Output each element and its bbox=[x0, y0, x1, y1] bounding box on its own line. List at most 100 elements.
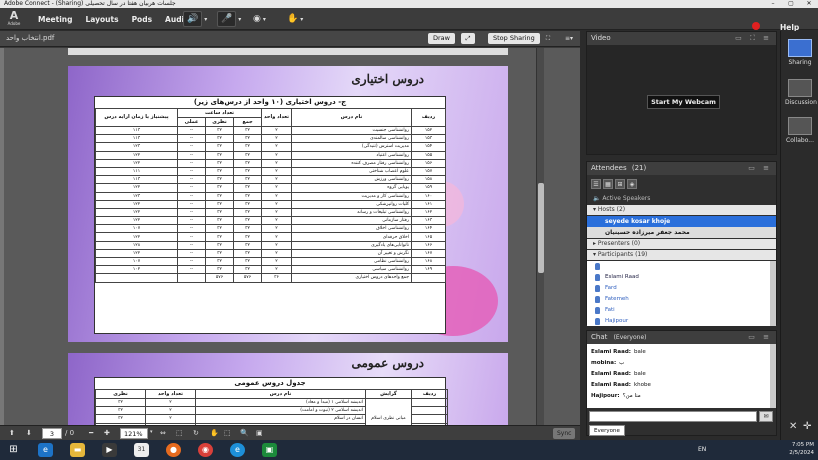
speaker-icon[interactable]: 🔊 bbox=[183, 11, 203, 27]
speaker-control[interactable]: 🔊 ▾ bbox=[183, 11, 207, 27]
grid-view-icon[interactable]: ▦ bbox=[603, 179, 613, 189]
table-cell: ۵۷۶ bbox=[205, 273, 234, 283]
internet-explorer-icon[interactable]: e bbox=[38, 443, 53, 457]
table-cell: ۵۷۶ bbox=[233, 273, 262, 283]
participant-item[interactable]: Fatemeh bbox=[587, 294, 770, 305]
raise-hand-icon[interactable]: ✋ bbox=[287, 14, 298, 24]
fit-width-icon[interactable]: ⇔ bbox=[160, 429, 166, 437]
participants-section[interactable]: ▾ Participants (19) bbox=[587, 250, 776, 260]
chat-scope: (Everyone) bbox=[613, 334, 647, 341]
hosts-section[interactable]: ▾ Hosts (2) bbox=[587, 205, 776, 215]
hand-tool-icon[interactable]: ✋ bbox=[210, 429, 219, 437]
col-header-practical: عملی bbox=[177, 117, 206, 127]
host-item[interactable]: محمد جعفر میرزاده حسینیان bbox=[587, 227, 776, 238]
close-button[interactable]: ✕ bbox=[800, 0, 818, 8]
participant-item[interactable]: Eslami Raad bbox=[587, 272, 770, 283]
participants-scrollbar[interactable] bbox=[770, 261, 776, 326]
page-up-icon[interactable]: ⬆ bbox=[9, 429, 15, 437]
speaker-icon: 🔈 bbox=[593, 195, 601, 202]
webcam-icon[interactable]: ◉ bbox=[253, 14, 261, 24]
table-cell: ۳۲ bbox=[233, 248, 262, 259]
layout-settings-icon[interactable]: ✛ bbox=[803, 421, 811, 432]
participant-item[interactable]: Hajipour bbox=[587, 316, 770, 326]
table-cell: ۱۶۸ bbox=[411, 256, 446, 267]
fit-page-icon[interactable]: ⬚ bbox=[176, 429, 183, 437]
zoom-select[interactable]: 121% bbox=[120, 428, 148, 439]
table-cell: ۳۲ bbox=[233, 158, 262, 168]
layout-discussion[interactable]: Discussion bbox=[785, 79, 817, 106]
chat-title: Chat bbox=[591, 333, 608, 341]
edge-icon[interactable]: e bbox=[230, 443, 245, 457]
file-explorer-icon[interactable]: ▬ bbox=[70, 443, 85, 457]
sync-button[interactable]: Sync bbox=[553, 428, 576, 439]
draw-button[interactable]: Draw bbox=[428, 33, 455, 44]
chat-tab-everyone[interactable]: Everyone bbox=[589, 425, 625, 436]
stop-sharing-button[interactable]: Stop Sharing bbox=[488, 33, 540, 44]
status-icon[interactable]: ◈ bbox=[627, 179, 637, 189]
participant-item[interactable]: Fati bbox=[587, 305, 770, 316]
search-icon[interactable]: 🔍 bbox=[240, 429, 249, 437]
layout-sharing[interactable]: Sharing bbox=[785, 39, 815, 66]
pod-controls-icon[interactable]: ▭ ⛶ ≡ bbox=[735, 32, 772, 45]
menu-layouts[interactable]: Layouts bbox=[86, 15, 119, 24]
pointer-icon[interactable]: ⤢ bbox=[461, 33, 475, 44]
document-viewer[interactable]: دروس اختیاری ج- دروس اختیاری (۱۰ واحد از… bbox=[0, 48, 580, 425]
send-message-icon[interactable]: ✉ bbox=[759, 411, 773, 422]
fullscreen-icon[interactable]: ⛶ bbox=[541, 33, 555, 44]
pod-menu-icon[interactable]: ≡▾ bbox=[562, 33, 576, 44]
print-icon[interactable]: ▣ bbox=[256, 429, 263, 437]
table-row: ۱۶۸ روانشناسی نظامی ۲ ۳۲ ۳۲ -- ۱۰۷ bbox=[95, 256, 446, 267]
host-name: seyede kosar khoje bbox=[605, 218, 671, 225]
language-indicator[interactable]: EN bbox=[698, 446, 706, 453]
rotate-icon[interactable]: ↻ bbox=[193, 429, 199, 437]
camera-control[interactable]: ◉ ▾ bbox=[253, 11, 266, 27]
firefox-icon[interactable]: ● bbox=[166, 443, 181, 457]
chat-input[interactable] bbox=[589, 411, 757, 422]
zoom-in-icon[interactable]: ✚ bbox=[104, 429, 110, 437]
participant-item[interactable]: Fard bbox=[587, 283, 770, 294]
zoom-dropdown-icon[interactable]: ▾ bbox=[150, 429, 153, 435]
start-webcam-button[interactable]: Start My Webcam bbox=[647, 95, 720, 109]
layout-thumbnail-icon bbox=[788, 117, 812, 135]
menu-pods[interactable]: Pods bbox=[132, 15, 152, 24]
col-header-total: جمع bbox=[233, 117, 262, 127]
layout-collaboration[interactable]: Collabo... bbox=[785, 117, 815, 144]
page-down-icon[interactable]: ⬇ bbox=[26, 429, 32, 437]
pod-menu-icon[interactable]: ▭ ≡ bbox=[748, 162, 772, 175]
adobe-connect-app-icon[interactable]: ▣ bbox=[262, 443, 277, 457]
zoom-out-icon[interactable]: ━ bbox=[89, 429, 93, 437]
windows-start-icon[interactable]: ⊞ bbox=[6, 443, 21, 457]
table-cell: -- bbox=[177, 199, 206, 209]
shared-file-name: انتخاب واحد.pdf bbox=[6, 34, 55, 42]
chat-scrollbar[interactable] bbox=[770, 344, 776, 408]
breakout-icon[interactable]: ⊞ bbox=[615, 179, 625, 189]
chrome-icon[interactable]: ◉ bbox=[198, 443, 213, 457]
participants-list[interactable]: Eslami Raad Fard Fatemeh Fati Hajipour bbox=[587, 261, 770, 326]
pod-menu-icon[interactable]: ▭ ≡ bbox=[748, 331, 772, 344]
page-number-input[interactable]: 3 bbox=[42, 428, 62, 439]
host-item[interactable]: seyede kosar khoje bbox=[587, 216, 776, 227]
media-player-icon[interactable]: ▶ bbox=[102, 443, 117, 457]
table-cell: -- bbox=[177, 265, 206, 275]
menu-meeting[interactable]: Meeting bbox=[38, 15, 73, 24]
maximize-button[interactable]: ▢ bbox=[782, 0, 800, 8]
status-control[interactable]: ✋ ▾ bbox=[287, 11, 303, 27]
microphone-icon[interactable]: 🎤 bbox=[217, 11, 237, 27]
calendar-icon[interactable]: 31 bbox=[134, 443, 149, 457]
scrollbar-thumb[interactable] bbox=[538, 183, 544, 273]
list-view-icon[interactable]: ☰ bbox=[591, 179, 601, 189]
table-cell: ۱۲۲ bbox=[95, 207, 178, 218]
select-tool-icon[interactable]: ⬚ bbox=[224, 429, 231, 437]
presenters-section[interactable]: ▸ Presenters (0) bbox=[587, 239, 776, 249]
document-scrollbar[interactable] bbox=[536, 48, 544, 425]
table-cell: ۳۲ bbox=[233, 125, 262, 136]
participant-item[interactable] bbox=[587, 261, 770, 272]
attendees-count: (21) bbox=[631, 164, 647, 172]
system-clock[interactable]: 7:05 PM 2/5/2024 bbox=[789, 441, 814, 457]
table-cell: ناتوانایی‌های یادگیری bbox=[291, 240, 412, 250]
electives-table: ج- دروس اختیاری (۱۰ واحد از درس‌های زیر)… bbox=[94, 96, 446, 334]
add-layout-icon[interactable]: ✕ bbox=[789, 421, 797, 432]
general-table-title: جدول دروس عمومی bbox=[234, 379, 306, 387]
microphone-control[interactable]: 🎤 ▾ bbox=[217, 11, 241, 27]
minimize-button[interactable]: – bbox=[764, 0, 782, 8]
